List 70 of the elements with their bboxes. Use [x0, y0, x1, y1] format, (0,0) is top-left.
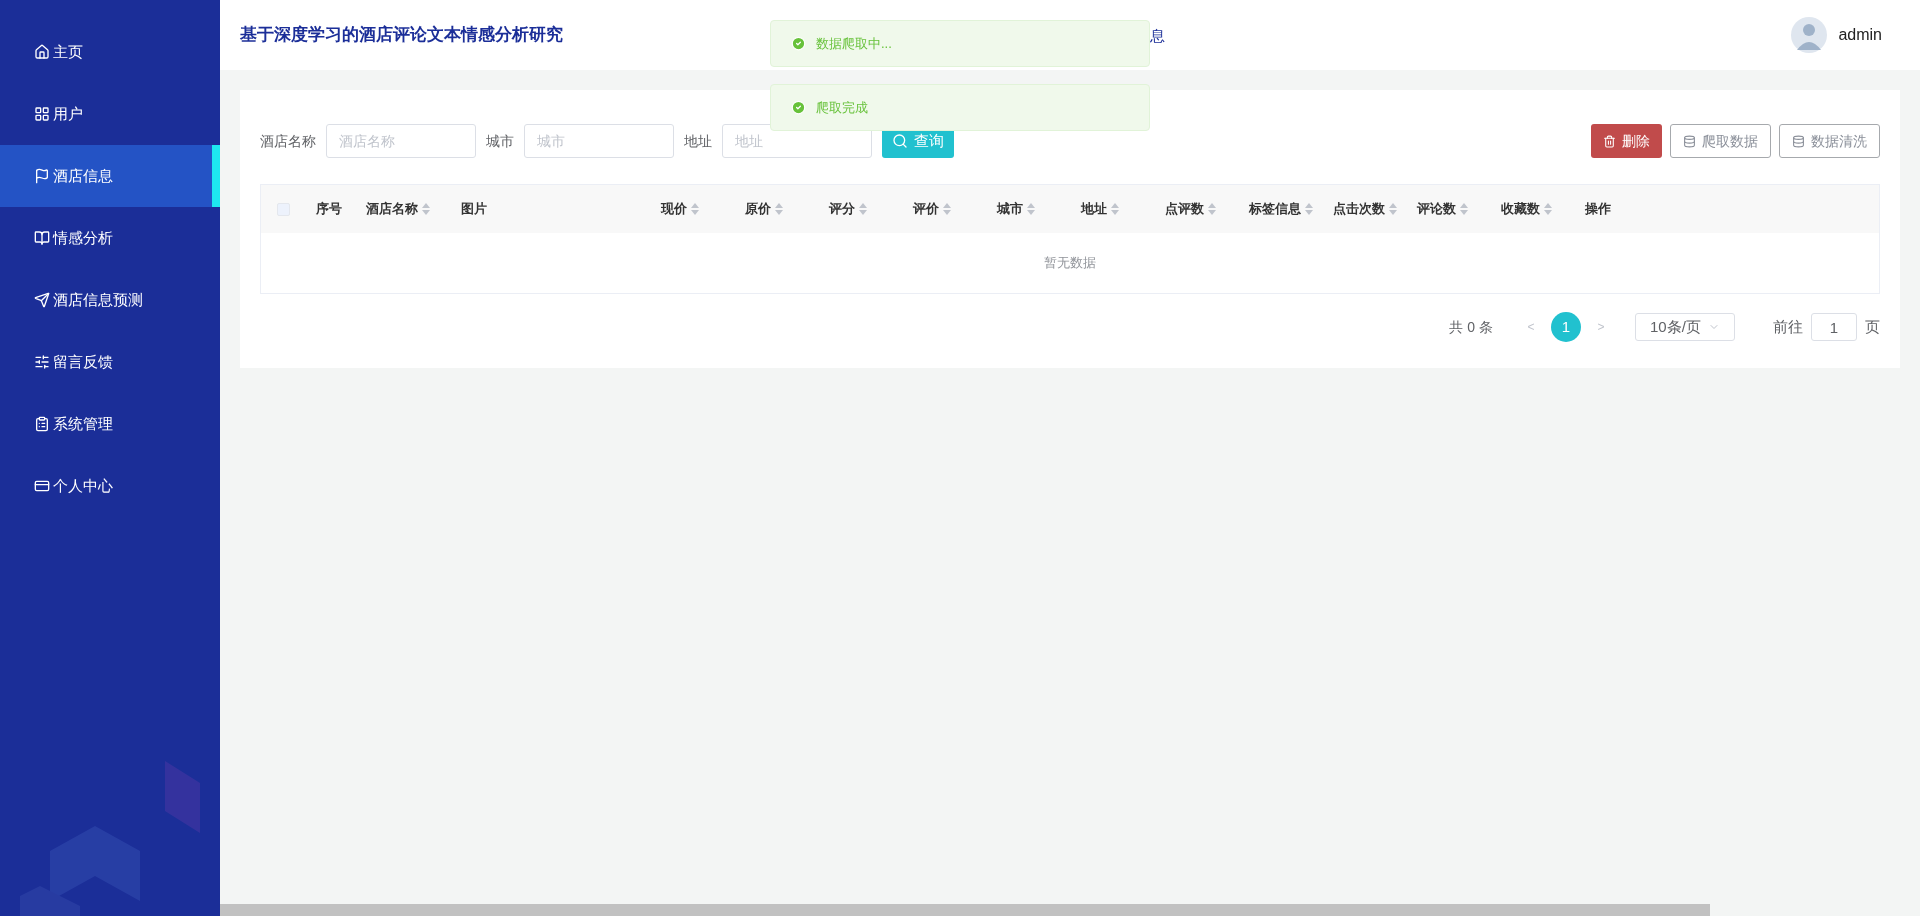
- column-header: 序号: [316, 200, 342, 219]
- horizontal-scrollbar[interactable]: [220, 904, 1710, 916]
- nav-link[interactable]: 息: [1150, 25, 1165, 48]
- sort-icon[interactable]: [1305, 203, 1313, 215]
- action-button[interactable]: 删除: [1591, 124, 1662, 158]
- column-header[interactable]: 收藏数: [1501, 199, 1552, 219]
- sort-icon[interactable]: [1389, 203, 1397, 215]
- search-icon: [892, 133, 908, 149]
- sort-icon[interactable]: [859, 203, 867, 215]
- filter-field[interactable]: 酒店名称: [326, 124, 476, 158]
- sidebar-item[interactable]: 情感分析: [0, 207, 220, 269]
- page-size-select[interactable]: 10条/页: [1635, 313, 1735, 341]
- column-header[interactable]: 点评数: [1165, 199, 1216, 219]
- filter-label: 城市: [486, 131, 514, 151]
- column-header[interactable]: 标签信息: [1249, 199, 1313, 219]
- grid-icon: [34, 106, 50, 122]
- avatar-icon: [1790, 16, 1829, 54]
- sort-icon[interactable]: [1460, 203, 1468, 215]
- filter-label: 酒店名称: [260, 131, 316, 151]
- clipboard-icon: [34, 416, 50, 432]
- sliders-icon: [34, 354, 50, 370]
- database-icon: [1683, 134, 1696, 148]
- book-icon: [34, 230, 50, 246]
- column-header[interactable]: 点击次数: [1333, 199, 1397, 219]
- column-header: 图片: [461, 200, 487, 219]
- sidebar-item[interactable]: 个人中心: [0, 455, 220, 517]
- sort-icon[interactable]: [422, 203, 430, 215]
- check-circle-icon: [791, 36, 806, 51]
- filter-field[interactable]: 城市: [524, 124, 674, 158]
- paper-plane-icon: [34, 292, 50, 308]
- sidebar-item[interactable]: 用户: [0, 83, 220, 145]
- sort-icon[interactable]: [775, 203, 783, 215]
- column-header[interactable]: 地址: [1081, 199, 1119, 219]
- goto-page-field[interactable]: 1: [1811, 313, 1857, 341]
- sort-icon[interactable]: [1111, 203, 1119, 215]
- sidebar-item[interactable]: 酒店信息: [0, 145, 220, 207]
- sidebar-item[interactable]: 系统管理: [0, 393, 220, 455]
- column-header[interactable]: 评价: [913, 199, 951, 219]
- house-icon: [34, 44, 50, 60]
- sidebar-item[interactable]: 留言反馈: [0, 331, 220, 393]
- card-icon: [34, 478, 50, 494]
- column-header[interactable]: 评分: [829, 199, 867, 219]
- goto-label: 前往: [1773, 316, 1803, 337]
- filter-label: 地址: [684, 131, 712, 151]
- sidebar-item[interactable]: 主页: [0, 21, 220, 83]
- sort-icon[interactable]: [943, 203, 951, 215]
- success-toast: 数据爬取中...: [770, 20, 1150, 67]
- empty-message: 暂无数据: [1044, 254, 1096, 273]
- flag-icon: [34, 168, 50, 184]
- column-header[interactable]: 原价: [745, 199, 783, 219]
- goto-suffix: 页: [1865, 316, 1880, 337]
- success-toast: 爬取完成: [770, 84, 1150, 131]
- total-count: 共 0 条: [1449, 317, 1493, 337]
- column-header[interactable]: 城市: [997, 199, 1035, 219]
- column-header[interactable]: 评论数: [1417, 199, 1468, 219]
- filter-field[interactable]: 地址: [722, 124, 872, 158]
- username[interactable]: admin: [1838, 23, 1882, 47]
- app-title: 基于深度学习的酒店评论文本情感分析研究: [240, 24, 563, 47]
- sort-icon[interactable]: [691, 203, 699, 215]
- sidebar-item[interactable]: 酒店信息预测: [0, 269, 220, 331]
- database-icon: [1792, 134, 1805, 148]
- active-indicator: [212, 145, 220, 207]
- sort-icon[interactable]: [1208, 203, 1216, 215]
- column-header[interactable]: 酒店名称: [366, 199, 430, 219]
- sort-icon[interactable]: [1544, 203, 1552, 215]
- check-circle-icon: [791, 100, 806, 115]
- column-header[interactable]: 现价: [661, 199, 699, 219]
- sort-icon[interactable]: [1027, 203, 1035, 215]
- column-header: 操作: [1585, 200, 1611, 219]
- trash-icon: [1603, 134, 1616, 148]
